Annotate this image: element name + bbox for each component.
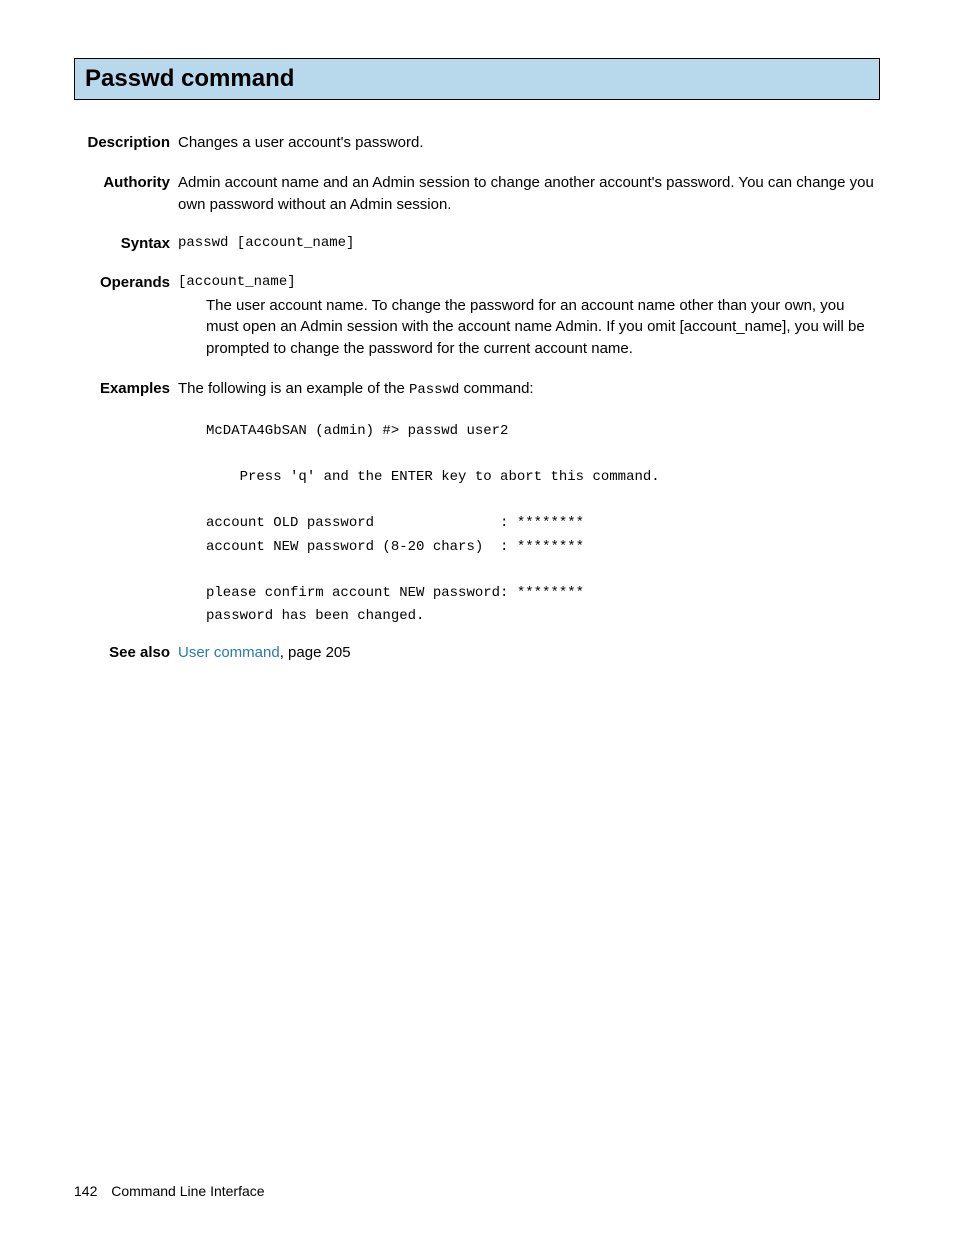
label-operands: Operands [74,272,178,293]
label-examples: Examples [74,378,178,399]
example-code-block: McDATA4GbSAN (admin) #> passwd user2 Pre… [206,420,880,628]
see-also-body: User command, page 205 [178,642,880,664]
row-description: Description Changes a user account's pas… [74,132,880,154]
text-authority: Admin account name and an Admin session … [178,172,880,216]
example-intro: The following is an example of the Passw… [178,378,880,400]
page-title: Passwd command [74,58,880,99]
label-see-also: See also [74,642,178,663]
text-description: Changes a user account's password. [178,132,880,154]
label-description: Description [74,132,178,153]
row-examples: Examples The following is an example of … [74,378,880,628]
see-also-suffix: , page 205 [280,644,351,661]
title-underline [74,99,880,100]
footer-section: Command Line Interface [111,1183,264,1199]
row-operands: Operands [account_name] The user account… [74,272,880,360]
example-intro-post: command: [459,380,533,397]
row-authority: Authority Admin account name and an Admi… [74,172,880,216]
page-title-text: Passwd command [85,65,294,92]
operand-name: [account_name] [178,272,880,292]
label-syntax: Syntax [74,233,178,254]
example-intro-cmd: Passwd [409,382,459,398]
example-intro-pre: The following is an example of the [178,380,409,397]
label-authority: Authority [74,172,178,193]
row-syntax: Syntax passwd [account_name] [74,233,880,254]
see-also-link[interactable]: User command [178,644,280,661]
footer-page-number: 142 [74,1183,97,1199]
operands-body: [account_name] The user account name. To… [178,272,880,360]
page-footer: 142 Command Line Interface [74,1183,265,1199]
operand-description: The user account name. To change the pas… [206,295,880,360]
row-see-also: See also User command, page 205 [74,642,880,664]
examples-body: The following is an example of the Passw… [178,378,880,628]
document-page: Passwd command Description Changes a use… [0,0,954,1235]
text-syntax: passwd [account_name] [178,233,880,253]
